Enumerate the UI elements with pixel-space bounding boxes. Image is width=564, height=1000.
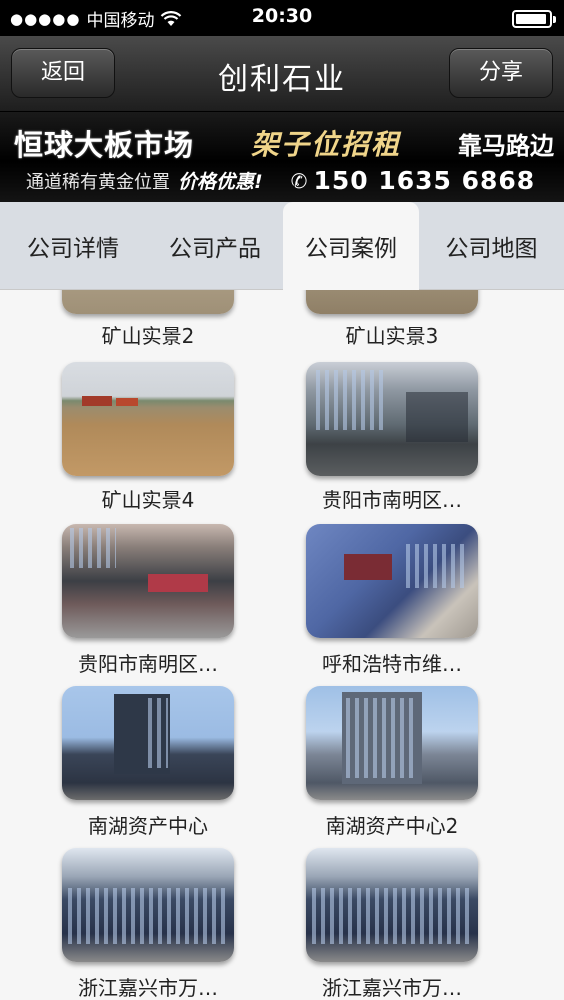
banner-headline: 恒球大板市场 架子位招租 靠马路边 xyxy=(14,122,554,164)
case-caption: 呼和浩特市维… xyxy=(322,652,462,676)
tab-company-products[interactable]: 公司产品 xyxy=(146,202,284,290)
case-caption: 贵阳市南明区… xyxy=(322,488,462,512)
case-image[interactable] xyxy=(62,362,234,476)
banner-road: 靠马路边 xyxy=(458,131,554,160)
case-image[interactable] xyxy=(62,686,234,800)
banner-subtitle: 通道稀有黄金位置 xyxy=(26,171,170,193)
tab-company-cases[interactable]: 公司案例 xyxy=(283,202,419,290)
case-caption: 浙江嘉兴市万… xyxy=(78,976,218,1000)
case-caption: 矿山实景2 xyxy=(101,324,195,348)
ad-banner[interactable]: 恒球大板市场 架子位招租 靠马路边 通道稀有黄金位置 价格优惠! ✆ 150 1… xyxy=(0,112,564,202)
status-time: 20:30 xyxy=(251,5,313,27)
case-caption: 浙江嘉兴市万… xyxy=(322,976,462,1000)
case-caption: 矿山实景4 xyxy=(101,488,195,512)
status-bar: ●●●●● 中国移动 20:30 xyxy=(0,0,564,36)
banner-price: 价格优惠! xyxy=(178,171,263,193)
tab-bar: 公司详情 公司产品 公司案例 公司地图 xyxy=(0,202,564,290)
case-image[interactable] xyxy=(306,686,478,800)
case-image[interactable] xyxy=(306,290,478,314)
share-button[interactable]: 分享 xyxy=(449,48,553,98)
case-caption: 南湖资产中心 xyxy=(88,814,208,838)
navigation-bar: 返回 创利石业 分享 xyxy=(0,36,564,112)
case-grid[interactable]: 矿山实景2 矿山实景3 矿山实景4 贵阳市南明区… 贵阳市南明区… 呼和浩特市维… xyxy=(0,290,564,1000)
case-caption: 南湖资产中心2 xyxy=(325,814,459,838)
tab-company-details[interactable]: 公司详情 xyxy=(0,202,146,290)
tab-company-map[interactable]: 公司地图 xyxy=(419,202,564,290)
case-image[interactable] xyxy=(62,290,234,314)
case-image[interactable] xyxy=(62,524,234,638)
phone-icon: ✆ xyxy=(290,168,308,193)
banner-subline: 通道稀有黄金位置 价格优惠! ✆ 150 1635 6868 xyxy=(26,166,546,195)
case-image[interactable] xyxy=(306,524,478,638)
case-image[interactable] xyxy=(62,848,234,962)
case-image[interactable] xyxy=(306,362,478,476)
case-image[interactable] xyxy=(306,848,478,962)
banner-phone: 150 1635 6868 xyxy=(313,166,536,195)
case-caption: 贵阳市南明区… xyxy=(78,652,218,676)
battery-icon xyxy=(512,10,556,28)
banner-highlight: 架子位招租 xyxy=(251,128,402,161)
case-caption: 矿山实景3 xyxy=(345,324,439,348)
banner-title: 恒球大板市场 xyxy=(14,128,195,162)
